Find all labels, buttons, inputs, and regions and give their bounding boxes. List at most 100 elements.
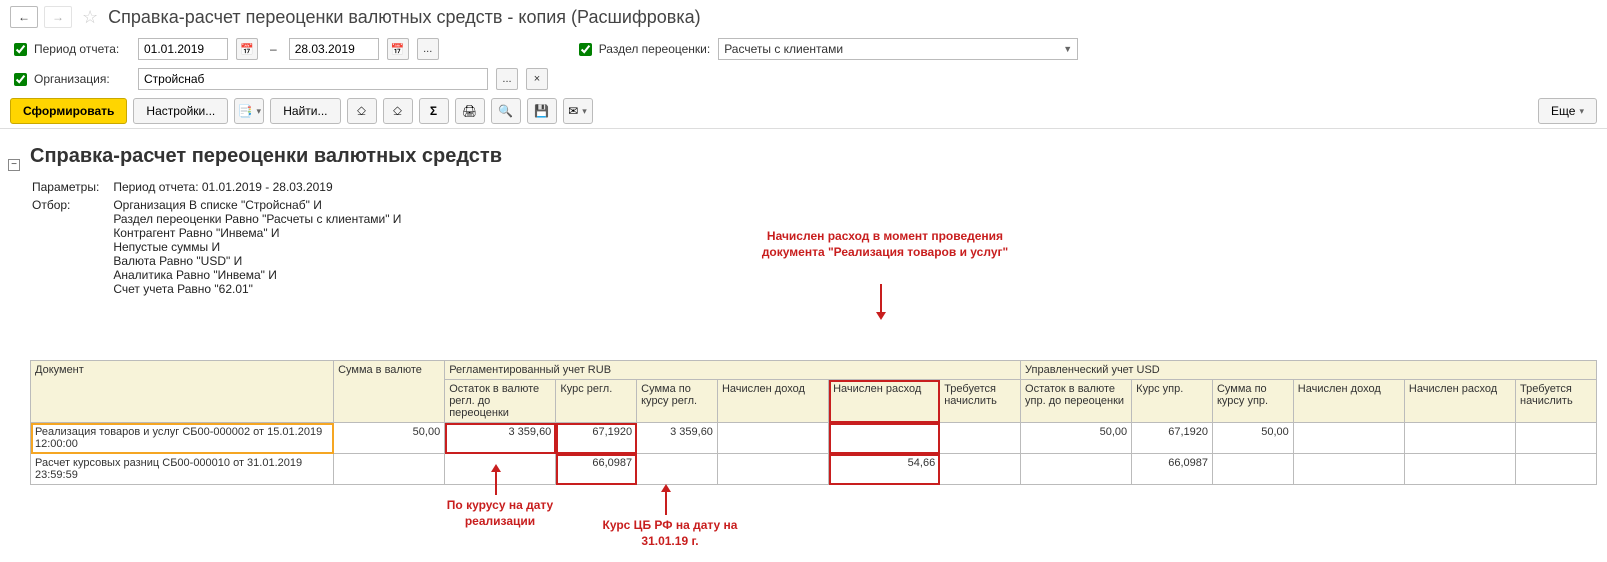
col-reg-need: Требуется начислить [940, 380, 1021, 423]
cell-mgmt-need [1516, 454, 1597, 485]
cell-reg-sum [637, 454, 718, 485]
nav-back-button[interactable]: ← [10, 6, 38, 28]
chevron-down-icon: ▼ [1063, 44, 1072, 54]
col-reg-group: Регламентированный учет RUB [445, 361, 1021, 380]
sum-button[interactable]: Σ [419, 98, 449, 124]
save-button[interactable]: 💾 [527, 98, 557, 124]
cell-mgmt-rate: 66,0987 [1132, 454, 1213, 485]
table-row[interactable]: Реализация товаров и услуг СБ00-000002 о… [31, 423, 1597, 454]
param-label: Параметры: [32, 180, 111, 196]
col-mgmt-income: Начислен доход [1293, 380, 1404, 423]
period-label: Период отчета: [34, 42, 119, 56]
col-reg-sum: Сумма по курсу регл. [637, 380, 718, 423]
cell-amt-cur: 50,00 [334, 423, 445, 454]
period-ellipsis-button[interactable]: ... [417, 38, 439, 60]
col-mgmt-group: Управленческий учет USD [1021, 361, 1597, 380]
cell-reg-balance: 3 359,60 [445, 423, 556, 454]
cell-mgmt-balance: 50,00 [1021, 423, 1132, 454]
cell-reg-rate: 66,0987 [556, 454, 637, 485]
cell-doc: Реализация товаров и услуг СБ00-000002 о… [31, 423, 334, 454]
col-doc: Документ [31, 361, 334, 423]
annotation-bottom-left: По курусу на дату реализации [420, 498, 580, 529]
date-to-calendar-icon[interactable]: 📅 [387, 38, 409, 60]
org-check-input[interactable] [14, 73, 27, 86]
cell-amt-cur [334, 454, 445, 485]
date-from-input[interactable] [138, 38, 228, 60]
col-mgmt-sum: Сумма по курсу упр. [1212, 380, 1293, 423]
annotation-bottom-right: Курс ЦБ РФ на дату на 31.01.19 г. [585, 518, 755, 549]
col-reg-income: Начислен доход [717, 380, 828, 423]
date-separator: – [270, 42, 277, 56]
filter-line: Раздел переоценки Равно "Расчеты с клиен… [113, 212, 401, 226]
cell-mgmt-expense [1404, 454, 1515, 485]
period-checkbox[interactable]: Период отчета: [10, 40, 130, 59]
date-from-calendar-icon[interactable]: 📅 [236, 38, 258, 60]
cell-reg-sum: 3 359,60 [637, 423, 718, 454]
report-title: Справка-расчет переоценки валютных средс… [30, 145, 1597, 168]
cell-reg-income [717, 423, 828, 454]
filter-line: Непустые суммы И [113, 240, 401, 254]
table-row[interactable]: Расчет курсовых разниц СБ00-000010 от 31… [31, 454, 1597, 485]
report-table: Документ Сумма в валюте Регламентированн… [30, 360, 1597, 485]
params-block: Параметры: Период отчета: 01.01.2019 - 2… [30, 178, 415, 300]
filter-line: Аналитика Равно "Инвема" И [113, 268, 401, 282]
org-checkbox[interactable]: Организация: [10, 70, 130, 89]
param-value: Период отчета: 01.01.2019 - 28.03.2019 [113, 180, 413, 196]
expand-button[interactable]: ⎐ [347, 98, 377, 124]
org-ellipsis-button[interactable]: ... [496, 68, 518, 90]
cell-doc: Расчет курсовых разниц СБ00-000010 от 31… [31, 454, 334, 485]
org-label: Организация: [34, 72, 110, 86]
period-check-input[interactable] [14, 43, 27, 56]
generate-button[interactable]: Сформировать [10, 98, 127, 124]
find-button[interactable]: Найти... [270, 98, 340, 124]
filter-line: Валюта Равно "USD" И [113, 254, 401, 268]
section-combo[interactable]: Расчеты с клиентами ▼ [718, 38, 1078, 60]
nav-forward-button[interactable]: → [44, 6, 72, 28]
org-input[interactable] [138, 68, 488, 90]
page-title: Справка-расчет переоценки валютных средс… [108, 7, 701, 28]
section-label: Раздел переоценки: [599, 42, 711, 56]
col-mgmt-need: Требуется начислить [1516, 380, 1597, 423]
cell-mgmt-sum [1212, 454, 1293, 485]
cell-mgmt-need [1516, 423, 1597, 454]
cell-mgmt-rate: 67,1920 [1132, 423, 1213, 454]
cell-reg-need [940, 423, 1021, 454]
col-reg-expense: Начислен расход [829, 380, 940, 423]
col-mgmt-balance: Остаток в валюте упр. до переоценки [1021, 380, 1132, 423]
annotation-arrow-icon [665, 490, 667, 515]
cell-reg-expense [829, 423, 940, 454]
date-to-input[interactable] [289, 38, 379, 60]
annotation-arrow-icon [495, 470, 497, 495]
section-check-input[interactable] [579, 43, 592, 56]
more-button[interactable]: Еще ▾ [1538, 98, 1597, 124]
preview-button[interactable]: 🔍 [491, 98, 521, 124]
filter-line: Контрагент Равно "Инвема" И [113, 226, 401, 240]
cell-mgmt-income [1293, 454, 1404, 485]
collapse-handle[interactable]: − [8, 159, 20, 171]
cell-mgmt-income [1293, 423, 1404, 454]
cell-reg-expense: 54,66 [829, 454, 940, 485]
section-value: Расчеты с клиентами [724, 42, 843, 56]
col-reg-rate: Курс регл. [556, 380, 637, 423]
cell-mgmt-sum: 50,00 [1212, 423, 1293, 454]
section-checkbox[interactable]: Раздел переоценки: [575, 40, 711, 59]
org-clear-button[interactable]: × [526, 68, 548, 90]
collapse-button[interactable]: ⎐ [383, 98, 413, 124]
cell-mgmt-expense [1404, 423, 1515, 454]
email-button[interactable]: ✉▾ [563, 98, 593, 124]
col-mgmt-expense: Начислен расход [1404, 380, 1515, 423]
col-amt-cur: Сумма в валюте [334, 361, 445, 423]
filter-line: Счет учета Равно "62.01" [113, 282, 401, 296]
cell-reg-income [717, 454, 828, 485]
col-mgmt-rate: Курс упр. [1132, 380, 1213, 423]
filter-line: Организация В списке "Стройснаб" И [113, 198, 401, 212]
col-reg-balance: Остаток в валюте регл. до переоценки [445, 380, 556, 423]
cell-reg-rate: 67,1920 [556, 423, 637, 454]
print-button[interactable]: 🖨 [455, 98, 485, 124]
variants-button[interactable]: 📑▾ [234, 98, 264, 124]
settings-button[interactable]: Настройки... [133, 98, 228, 124]
annotation-arrow-icon [880, 284, 882, 314]
favorite-icon[interactable]: ☆ [82, 7, 98, 28]
annotation-top: Начислен расход в момент проведения доку… [760, 229, 1010, 260]
cell-mgmt-balance [1021, 454, 1132, 485]
